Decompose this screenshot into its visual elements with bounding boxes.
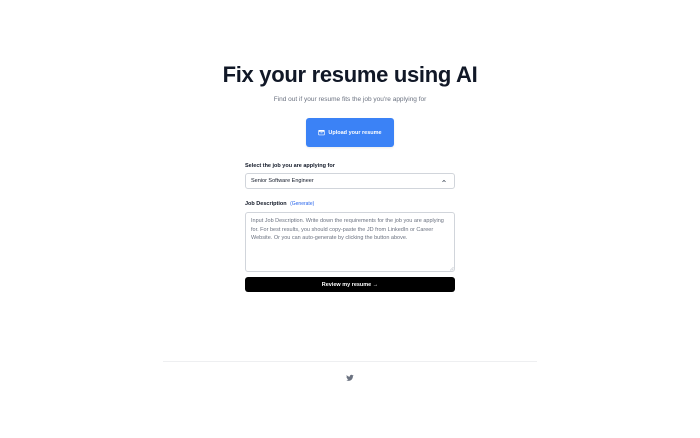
page-title: Fix your resume using AI bbox=[222, 62, 478, 87]
job-select-value: Senior Software Engineer bbox=[251, 178, 314, 184]
generate-link[interactable]: (Generate) bbox=[290, 201, 314, 207]
chevron-up-icon bbox=[442, 179, 446, 183]
footer-divider bbox=[163, 361, 537, 362]
page-subtitle: Find out if your resume fits the job you… bbox=[273, 96, 427, 103]
upload-resume-button[interactable]: Upload your resume bbox=[306, 118, 394, 147]
job-description-textarea[interactable] bbox=[245, 212, 455, 272]
page: Fix your resume using AI Find out if you… bbox=[0, 0, 700, 438]
upload-icon bbox=[318, 130, 326, 136]
twitter-icon[interactable] bbox=[346, 374, 354, 382]
job-description-label-text: Job Description bbox=[245, 201, 287, 207]
review-resume-button[interactable]: Review my resume → bbox=[245, 277, 455, 292]
upload-resume-label: Upload your resume bbox=[328, 129, 382, 136]
job-select-label: Select the job you are applying for bbox=[245, 163, 335, 169]
resize-grip-icon[interactable] bbox=[449, 266, 454, 271]
job-description-label: Job Description (Generate) bbox=[245, 201, 314, 207]
job-select[interactable]: Senior Software Engineer bbox=[245, 173, 455, 189]
